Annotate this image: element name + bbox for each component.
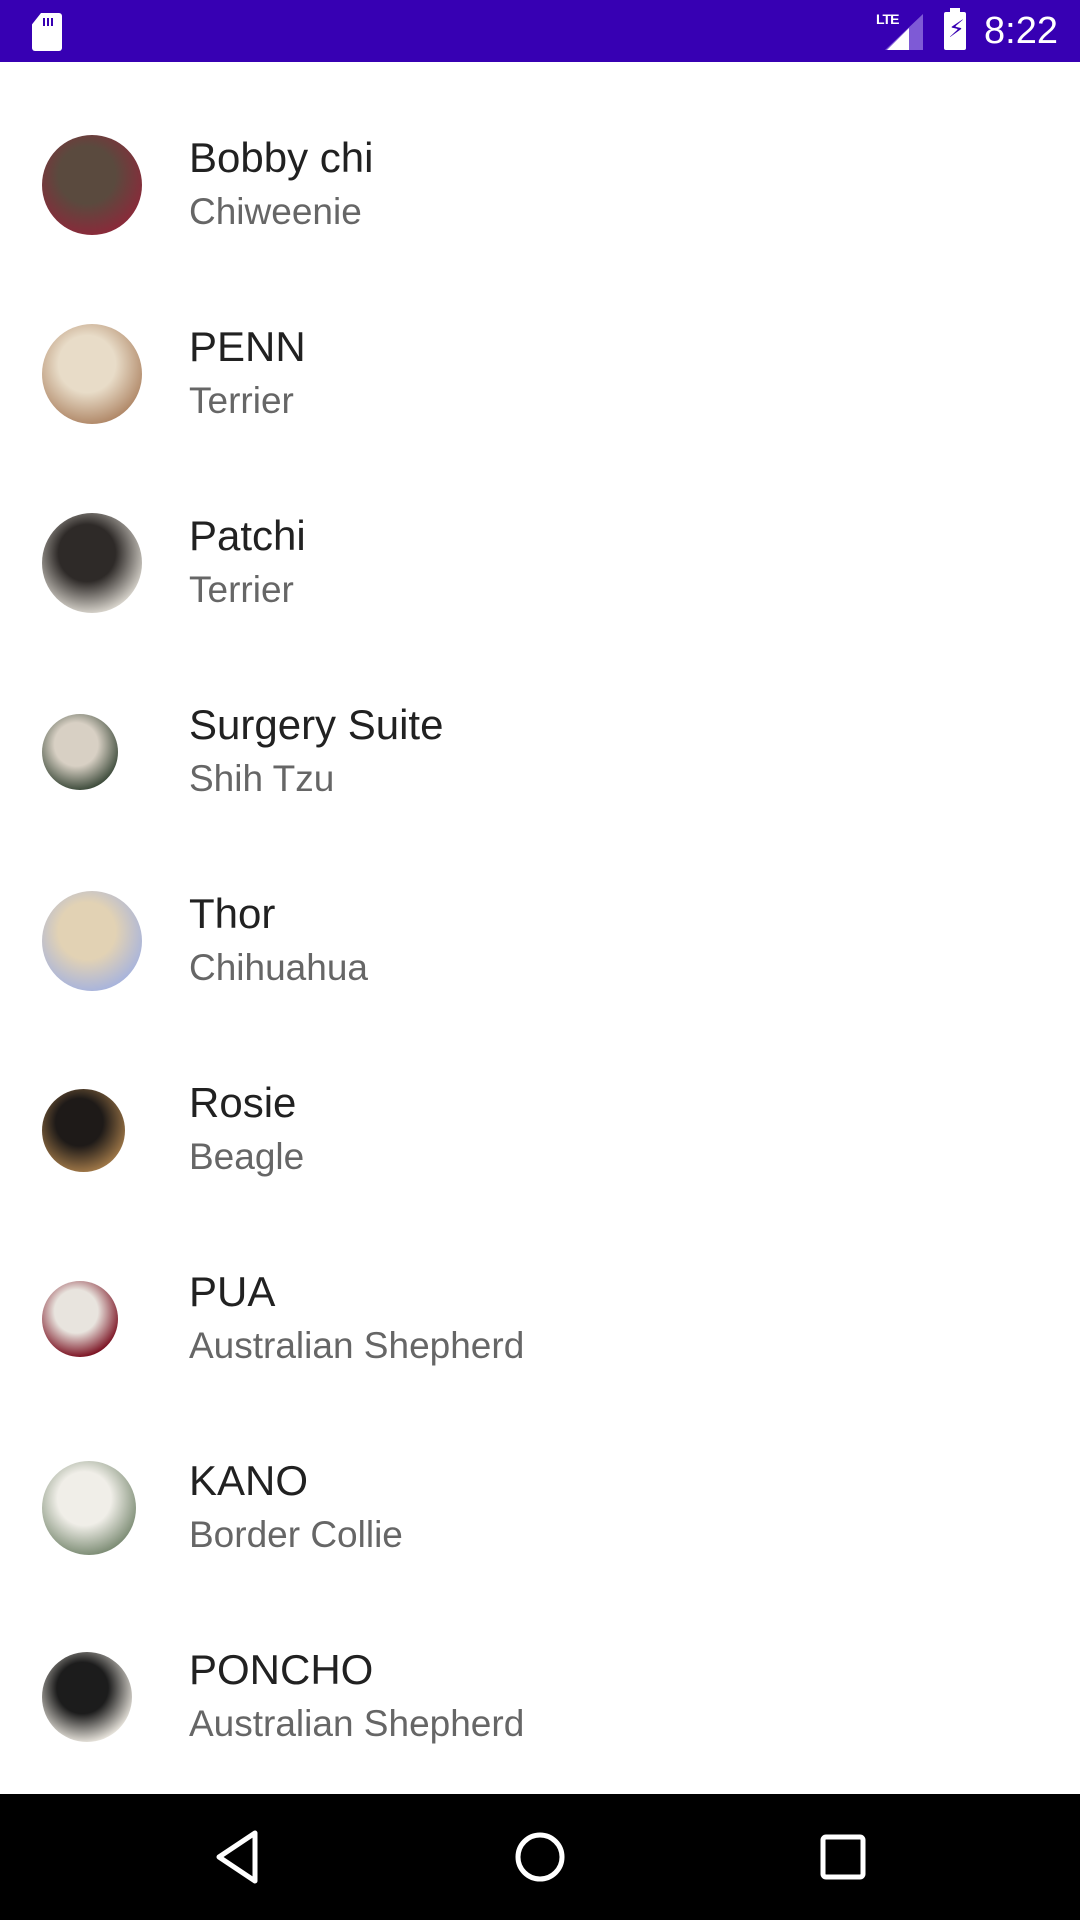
dog-avatar (42, 1281, 118, 1357)
recents-button[interactable] (813, 1827, 873, 1887)
status-bar: LTE ⚡ 8:22 (0, 0, 1080, 62)
dog-breed: Border Collie (189, 1514, 403, 1555)
dog-breed: Terrier (189, 569, 294, 610)
dog-avatar (42, 324, 142, 424)
dog-list-item[interactable]: Bobby chi Chiweenie (0, 62, 1080, 251)
dog-list-item[interactable]: PONCHO Australian Shepherd (0, 1574, 1080, 1763)
dog-breed: Chiweenie (189, 191, 362, 232)
sd-card-icon (32, 13, 62, 51)
dog-name: PONCHO (189, 1646, 374, 1693)
dog-avatar (42, 513, 142, 613)
battery-charging-icon: ⚡ (944, 8, 966, 50)
dog-name: PENN (189, 323, 306, 370)
dog-avatar (42, 1461, 136, 1555)
navigation-bar (0, 1794, 1080, 1920)
dog-list-item[interactable]: KANO Border Collie (0, 1385, 1080, 1574)
dog-name: Rosie (189, 1079, 297, 1126)
dog-name: Patchi (189, 512, 306, 559)
dog-name: Surgery Suite (189, 701, 444, 748)
dog-name: Thor (189, 890, 276, 937)
dog-list-item[interactable]: Surgery Suite Shih Tzu (0, 629, 1080, 818)
lte-signal-icon (885, 14, 923, 50)
dog-avatar (42, 1652, 132, 1742)
dog-breed: Australian Shepherd (189, 1703, 525, 1744)
dog-breed: Beagle (189, 1136, 305, 1177)
dog-name: PUA (189, 1268, 276, 1315)
dog-avatar (42, 1088, 125, 1172)
home-button[interactable] (510, 1827, 570, 1887)
dog-avatar (42, 714, 118, 790)
dog-list-item[interactable]: PUA Australian Shepherd (0, 1196, 1080, 1385)
dog-list-item[interactable]: Rosie Beagle (0, 1007, 1080, 1196)
dog-list-item[interactable]: Patchi Terrier (0, 440, 1080, 629)
dog-avatar (42, 891, 142, 991)
dog-breed: Chihuahua (189, 947, 368, 988)
dog-avatar (42, 135, 142, 235)
clock: 8:22 (984, 10, 1058, 52)
dog-list-item[interactable]: Thor Chihuahua (0, 818, 1080, 1007)
dog-breed: Australian Shepherd (189, 1325, 525, 1366)
dog-name: Bobby chi (189, 134, 374, 181)
dog-name: KANO (189, 1457, 309, 1504)
back-button[interactable] (207, 1827, 267, 1887)
dog-breed: Terrier (189, 380, 294, 421)
dog-breed: Shih Tzu (189, 758, 335, 799)
dog-list-item[interactable]: PENN Terrier (0, 251, 1080, 440)
